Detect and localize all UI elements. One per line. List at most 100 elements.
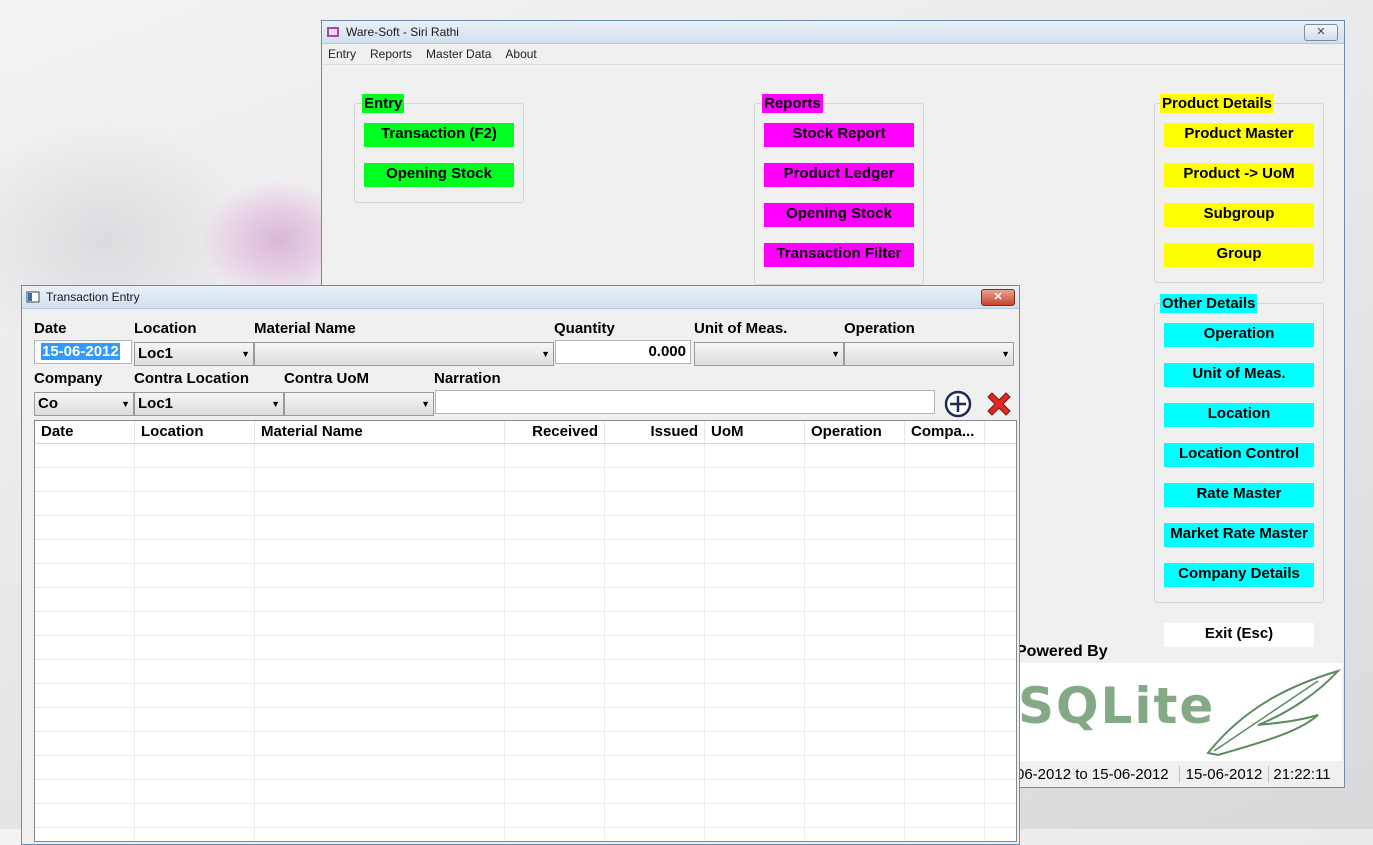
table-cell — [255, 756, 505, 779]
table-cell — [705, 756, 805, 779]
uom-select[interactable]: ▼ — [694, 342, 844, 366]
menu-entry[interactable]: Entry — [328, 47, 356, 61]
product-master-button[interactable]: Product Master — [1164, 123, 1314, 147]
exit-button[interactable]: Exit (Esc) — [1164, 623, 1314, 647]
grid-col-date[interactable]: Date — [35, 421, 135, 443]
table-row[interactable] — [35, 684, 1016, 708]
grid-header: Date Location Material Name Received Iss… — [35, 421, 1016, 444]
table-cell — [255, 492, 505, 515]
table-row[interactable] — [35, 780, 1016, 804]
grid-col-issued[interactable]: Issued — [605, 421, 705, 443]
table-row[interactable] — [35, 516, 1016, 540]
table-cell — [605, 732, 705, 755]
transaction-grid[interactable]: Date Location Material Name Received Iss… — [34, 420, 1017, 842]
location-button[interactable]: Location — [1164, 403, 1314, 427]
table-row[interactable] — [35, 444, 1016, 468]
operation-button[interactable]: Operation — [1164, 323, 1314, 347]
table-cell — [135, 588, 255, 611]
product-details-label: Product Details — [1160, 94, 1275, 113]
table-row[interactable] — [35, 540, 1016, 564]
grid-col-received[interactable]: Received — [505, 421, 605, 443]
table-cell — [905, 780, 985, 803]
quantity-input[interactable]: 0.000 — [555, 340, 691, 364]
main-close-button[interactable]: ✕ — [1304, 24, 1338, 41]
table-row[interactable] — [35, 588, 1016, 612]
grid-col-material[interactable]: Material Name — [255, 421, 505, 443]
table-cell — [255, 684, 505, 707]
unit-of-meas-button[interactable]: Unit of Meas. — [1164, 363, 1314, 387]
table-cell — [135, 756, 255, 779]
menu-reports[interactable]: Reports — [370, 47, 412, 61]
table-cell — [905, 516, 985, 539]
table-row[interactable] — [35, 804, 1016, 828]
date-field[interactable]: 15-06-2012 — [34, 340, 132, 364]
table-row[interactable] — [35, 828, 1016, 841]
table-cell — [35, 660, 135, 683]
table-cell — [35, 684, 135, 707]
contra-uom-select[interactable]: ▼ — [284, 392, 434, 416]
location-select[interactable]: Loc1 ▼ — [134, 342, 254, 366]
table-cell — [805, 540, 905, 563]
transaction-button[interactable]: Transaction (F2) — [364, 123, 514, 147]
material-select[interactable]: ▼ — [254, 342, 554, 366]
table-cell — [135, 564, 255, 587]
grid-col-location[interactable]: Location — [135, 421, 255, 443]
contra-location-value: Loc1 — [138, 395, 174, 412]
grid-col-company[interactable]: Compa... — [905, 421, 985, 443]
powered-by-label: Powered By — [1016, 643, 1108, 660]
product-ledger-button[interactable]: Product Ledger — [764, 163, 914, 187]
location-control-button[interactable]: Location Control — [1164, 443, 1314, 467]
transaction-window-title: Transaction Entry — [46, 290, 140, 304]
table-cell — [255, 516, 505, 539]
table-cell — [505, 636, 605, 659]
table-row[interactable] — [35, 756, 1016, 780]
grid-col-operation[interactable]: Operation — [805, 421, 905, 443]
rate-master-button[interactable]: Rate Master — [1164, 483, 1314, 507]
add-icon[interactable] — [944, 390, 972, 418]
operation-select[interactable]: ▼ — [844, 342, 1014, 366]
table-cell — [605, 588, 705, 611]
table-row[interactable] — [35, 564, 1016, 588]
subgroup-button[interactable]: Subgroup — [1164, 203, 1314, 227]
table-cell — [35, 708, 135, 731]
table-cell — [135, 516, 255, 539]
table-cell — [805, 684, 905, 707]
market-rate-master-button[interactable]: Market Rate Master — [1164, 523, 1314, 547]
table-cell — [35, 492, 135, 515]
product-uom-button[interactable]: Product -> UoM — [1164, 163, 1314, 187]
transaction-close-button[interactable]: ✕ — [981, 289, 1015, 306]
delete-icon[interactable] — [984, 389, 1014, 419]
table-row[interactable] — [35, 468, 1016, 492]
opening-stock-report-button[interactable]: Opening Stock — [764, 203, 914, 227]
table-cell — [505, 828, 605, 841]
grid-col-uom[interactable]: UoM — [705, 421, 805, 443]
contra-location-select[interactable]: Loc1 ▼ — [134, 392, 284, 416]
table-row[interactable] — [35, 708, 1016, 732]
transaction-filter-button[interactable]: Transaction Filter — [764, 243, 914, 267]
group-button[interactable]: Group — [1164, 243, 1314, 267]
table-row[interactable] — [35, 732, 1016, 756]
table-cell — [705, 540, 805, 563]
table-cell — [905, 804, 985, 827]
stock-report-button[interactable]: Stock Report — [764, 123, 914, 147]
sqlite-logo: SQLite — [1018, 663, 1342, 761]
opening-stock-entry-button[interactable]: Opening Stock — [364, 163, 514, 187]
table-row[interactable] — [35, 612, 1016, 636]
table-cell — [605, 540, 705, 563]
table-cell — [505, 564, 605, 587]
table-cell — [255, 636, 505, 659]
table-cell — [805, 708, 905, 731]
table-row[interactable] — [35, 660, 1016, 684]
company-details-button[interactable]: Company Details — [1164, 563, 1314, 587]
date-label: Date — [34, 320, 67, 337]
chevron-down-icon: ▼ — [1001, 349, 1010, 359]
menu-about[interactable]: About — [505, 47, 536, 61]
table-cell — [705, 516, 805, 539]
table-cell — [605, 516, 705, 539]
narration-input[interactable] — [435, 390, 935, 414]
company-select[interactable]: Co ▼ — [34, 392, 134, 416]
menu-master-data[interactable]: Master Data — [426, 47, 491, 61]
table-cell — [705, 564, 805, 587]
table-row[interactable] — [35, 492, 1016, 516]
table-row[interactable] — [35, 636, 1016, 660]
